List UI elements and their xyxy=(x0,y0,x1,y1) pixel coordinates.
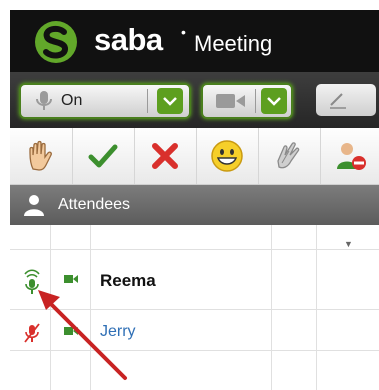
smiley-icon xyxy=(211,140,243,172)
camera-on-icon xyxy=(64,327,78,335)
microphone-control[interactable]: On xyxy=(19,83,191,119)
attendee-row[interactable]: Reema xyxy=(10,260,379,300)
attendee-list: ▼ Reema Jerry xyxy=(10,225,379,390)
pen-icon xyxy=(330,93,346,109)
feedback-toolbar xyxy=(10,128,379,185)
chevron-down-icon xyxy=(267,97,281,106)
row-divider xyxy=(10,249,379,250)
chevron-down-icon xyxy=(163,97,177,106)
saba-logo-icon xyxy=(35,21,77,63)
remove-user-icon xyxy=(337,143,366,170)
applause-button[interactable] xyxy=(258,128,321,184)
smile-button[interactable] xyxy=(196,128,259,184)
camera-on-icon xyxy=(64,275,78,283)
camera-dropdown-button[interactable] xyxy=(261,88,287,114)
agree-button[interactable] xyxy=(72,128,135,184)
attendees-title: Attendees xyxy=(58,196,131,213)
annotation-tool-button[interactable] xyxy=(316,84,376,116)
applause-icon xyxy=(277,142,300,169)
microphone-status: On xyxy=(61,92,83,109)
checkmark-icon xyxy=(88,144,118,168)
camera-icon xyxy=(216,94,245,108)
saba-meeting-window: saba • Meeting On Attendees ▼ Reema Jerr… xyxy=(10,10,379,390)
attendee-row[interactable]: Jerry xyxy=(10,312,379,352)
microphone-muted-icon xyxy=(24,323,40,343)
raise-hand-button[interactable] xyxy=(10,128,73,184)
app-header: saba • Meeting xyxy=(10,10,379,72)
brand-mark: • xyxy=(181,24,186,40)
cross-icon xyxy=(152,143,178,169)
raise-hand-icon xyxy=(29,140,52,171)
row-divider xyxy=(10,309,379,310)
remove-user-button[interactable] xyxy=(320,128,379,184)
attendees-header[interactable]: Attendees xyxy=(10,185,379,225)
sort-indicator-icon[interactable]: ▼ xyxy=(344,239,353,249)
attendee-name: Reema xyxy=(100,271,156,290)
camera-control[interactable] xyxy=(201,83,293,119)
microphone-active-icon xyxy=(24,269,40,294)
microphone-dropdown-button[interactable] xyxy=(157,88,183,114)
divider xyxy=(147,89,148,113)
attendee-name[interactable]: Jerry xyxy=(100,323,136,341)
divider xyxy=(255,89,256,113)
media-toolbar: On xyxy=(10,72,379,128)
disagree-button[interactable] xyxy=(134,128,197,184)
microphone-icon xyxy=(36,91,52,110)
person-icon xyxy=(24,195,44,216)
brand-name: saba xyxy=(94,22,163,57)
product-name: Meeting xyxy=(194,31,273,56)
